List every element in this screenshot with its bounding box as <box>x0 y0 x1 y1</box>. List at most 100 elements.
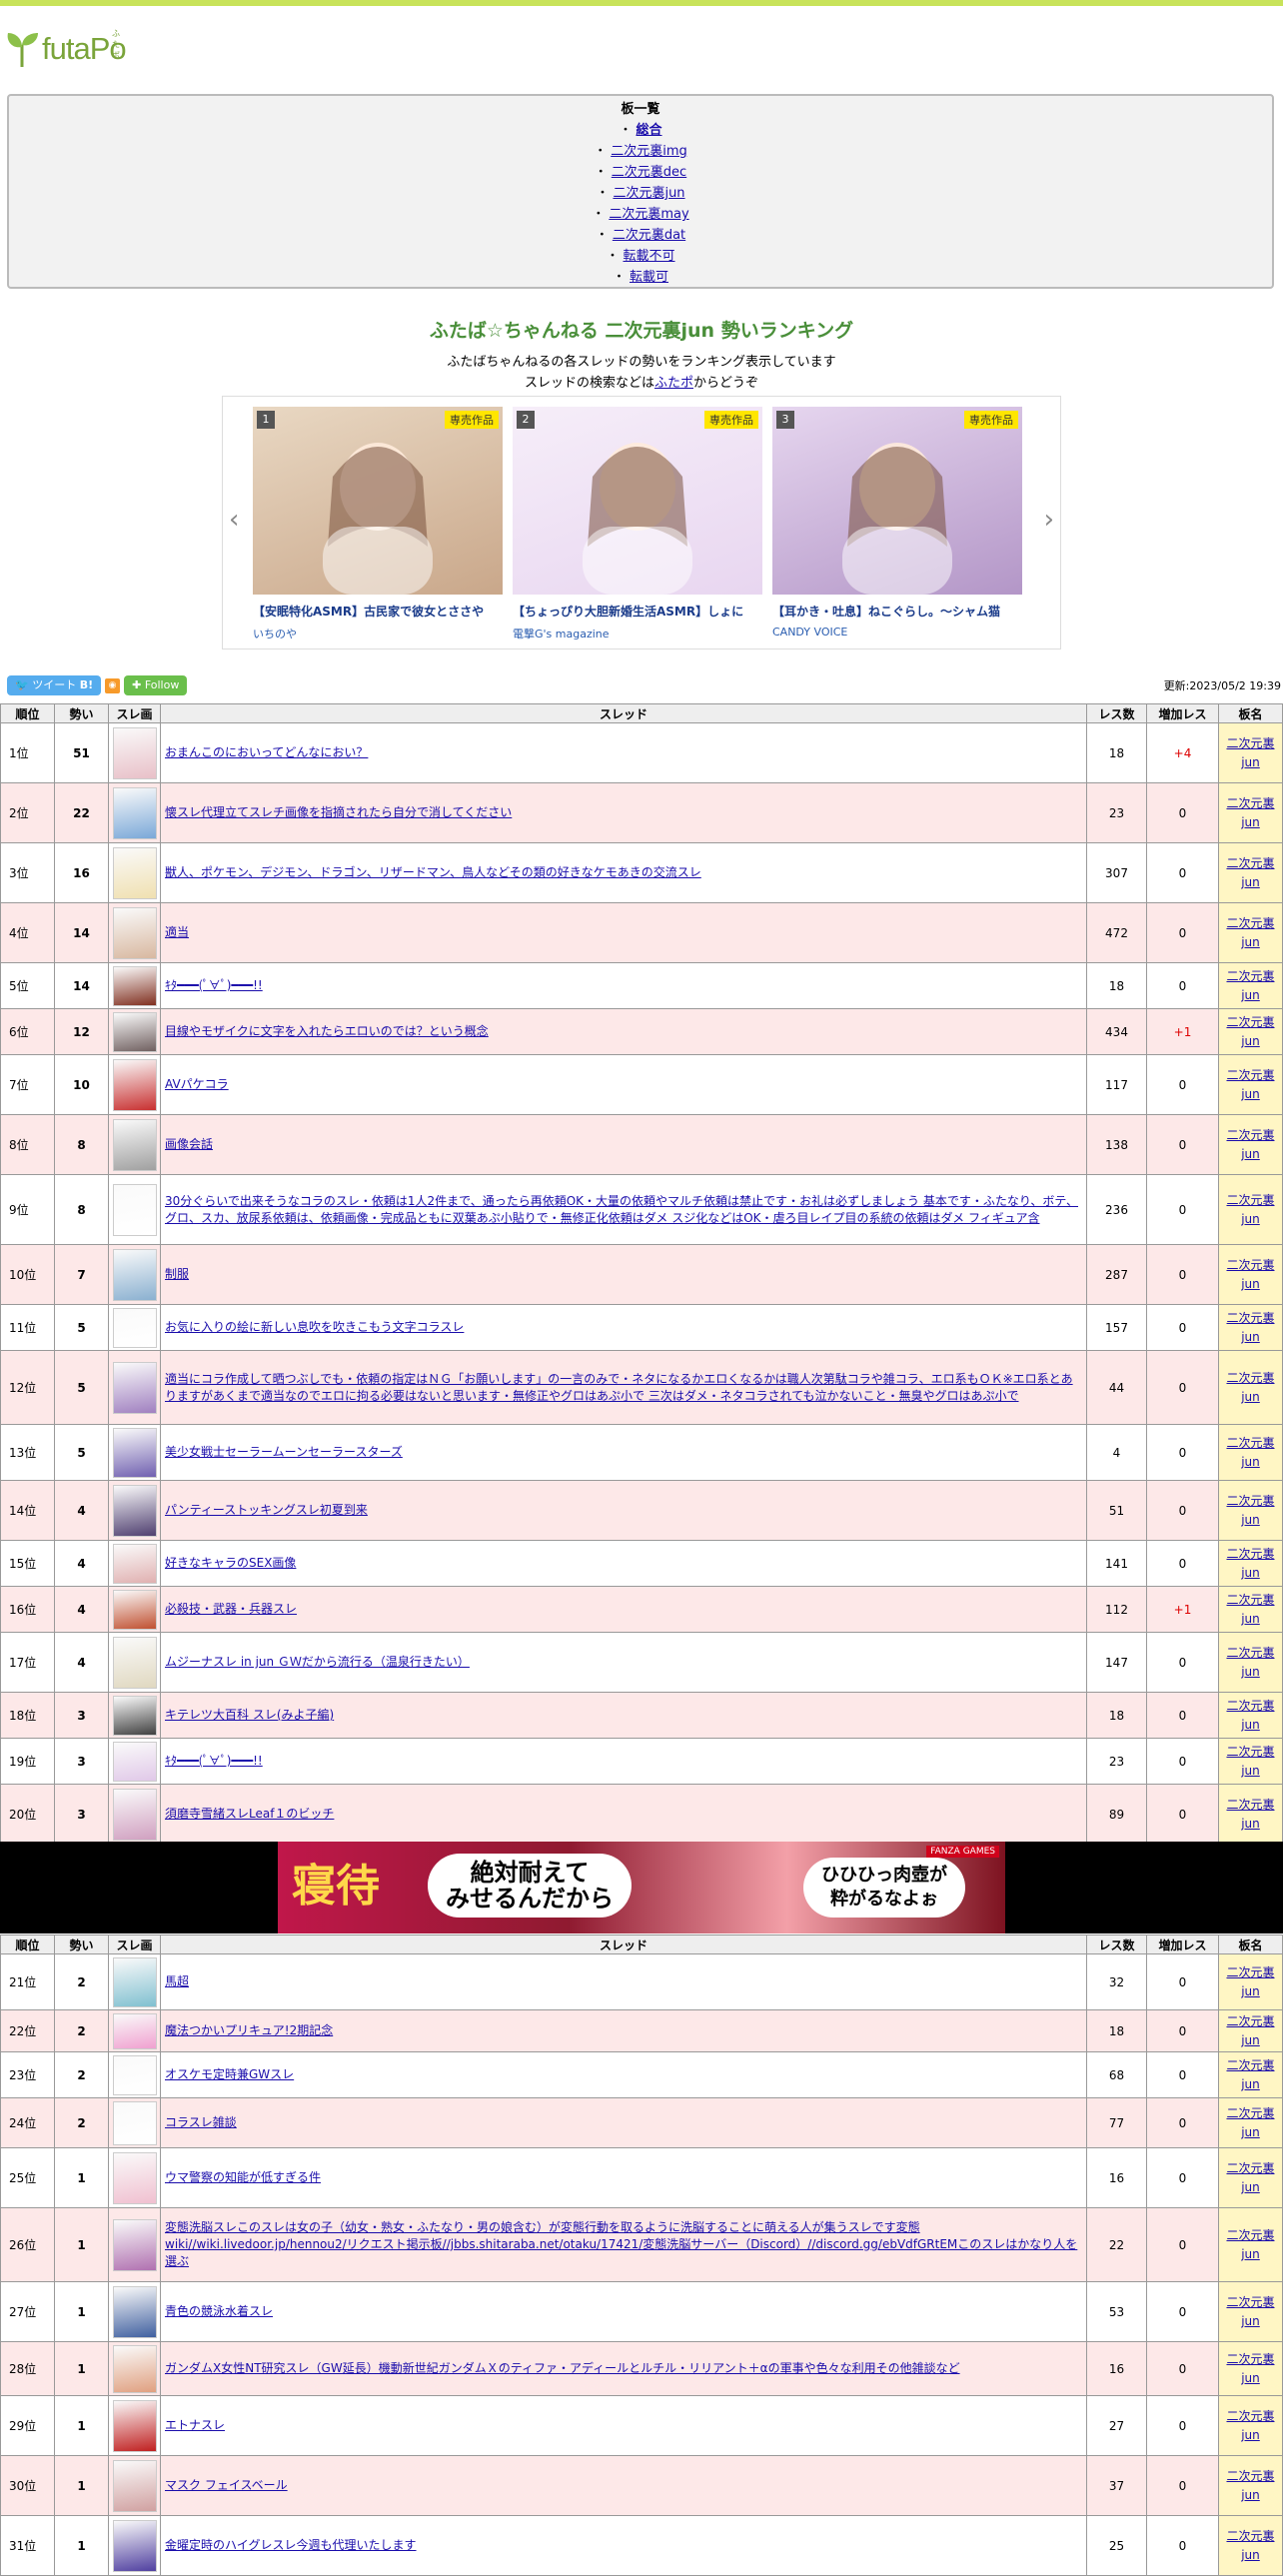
thread-thumbnail[interactable] <box>112 1788 157 1841</box>
board-name-link[interactable]: 二次元裏jun <box>1226 1798 1274 1831</box>
ad-banner[interactable]: 寝待 絶対耐えて みせるんだから ひひひっ肉壺が 粋がるなよぉ FANZA GAME… <box>0 1842 1283 1933</box>
board-item[interactable]: ・転載可 <box>9 267 1272 287</box>
thread-link[interactable]: 必殺技・武器・兵器スレ <box>165 1602 297 1616</box>
thread-thumbnail[interactable] <box>112 2218 157 2271</box>
board-name-link[interactable]: 二次元裏jun <box>1226 2161 1274 2194</box>
board-name-link[interactable]: 二次元裏jun <box>1226 1436 1274 1469</box>
thread-thumbnail[interactable] <box>112 2012 157 2049</box>
board-item[interactable]: ・二次元裏dat <box>9 225 1272 246</box>
thread-thumbnail[interactable] <box>112 2151 157 2204</box>
board-list[interactable]: 板一覧 ・総合・二次元裏img ・二次元裏dec ・二次元裏jun ・二次元裏may ・… <box>7 94 1274 289</box>
thread-thumbnail[interactable] <box>112 1248 157 1301</box>
board-item[interactable]: ・二次元裏jun <box>9 183 1272 204</box>
rss-icon[interactable]: ◉ <box>105 677 121 693</box>
thread-link[interactable]: 画像会話 <box>165 1137 213 1151</box>
carousel-card[interactable]: 1 専売作品【安眠特化ASMR】古民家で彼女とささや いちのや <box>253 407 503 642</box>
carousel-card[interactable]: 3 専売作品【耳かき・吐息】ねこぐらし。〜シャム猫 CANDY VOICE <box>772 407 1022 639</box>
board-link[interactable]: 転載不可 <box>624 249 675 264</box>
board-name-link[interactable]: 二次元裏jun <box>1226 2014 1274 2047</box>
product-image[interactable]: 1 専売作品 <box>253 407 503 595</box>
board-name-link[interactable]: 二次元裏jun <box>1226 736 1274 769</box>
thread-link[interactable]: 青色の競泳水着スレ <box>165 2304 273 2318</box>
thread-link[interactable]: エトナスレ <box>165 2418 225 2432</box>
board-name-link[interactable]: 二次元裏jun <box>1226 1593 1274 1626</box>
card-maker[interactable]: いちのや <box>253 626 503 642</box>
board-name-link[interactable]: 二次元裏jun <box>1226 1258 1274 1291</box>
thread-thumbnail[interactable] <box>112 1589 157 1630</box>
thread-link[interactable]: ウマ警察の知能が低すぎる件 <box>165 2170 321 2184</box>
board-name-link[interactable]: 二次元裏jun <box>1226 2228 1274 2261</box>
thread-link[interactable]: 金曜定時のハイグレスレ今週も代理いたします <box>165 2538 417 2552</box>
board-link[interactable]: 二次元裏jun <box>613 186 684 201</box>
board-name-link[interactable]: 二次元裏jun <box>1226 2058 1274 2091</box>
thread-link[interactable]: ムジーナスレ in jun ＧＷだから流行る（温泉行きたい） <box>165 1655 470 1669</box>
board-item[interactable]: ・ニュー <box>9 288 1272 289</box>
product-image[interactable]: 2 専売作品 <box>513 407 762 595</box>
board-name-link[interactable]: 二次元裏jun <box>1226 1646 1274 1679</box>
board-name-link[interactable]: 二次元裏jun <box>1226 2409 1274 2442</box>
site-logo[interactable]: futaPo ふたポ <box>4 24 127 74</box>
thread-link[interactable]: マスク フェイスベール <box>165 2478 288 2492</box>
board-name-link[interactable]: 二次元裏jun <box>1226 2529 1274 2562</box>
thread-thumbnail[interactable] <box>112 1741 157 1782</box>
card-maker[interactable]: CANDY VOICE <box>772 626 1022 639</box>
thread-thumbnail[interactable] <box>112 1695 157 1736</box>
board-name-link[interactable]: 二次元裏jun <box>1226 1015 1274 1048</box>
board-name-link[interactable]: 二次元裏jun <box>1226 1193 1274 1226</box>
thread-thumbnail[interactable] <box>112 1011 157 1052</box>
card-maker[interactable]: 電撃G's magazine <box>513 626 762 642</box>
thread-link[interactable]: 目線やモザイクに文字を入れたらエロいのでは？という概念 <box>165 1024 489 1038</box>
thread-link[interactable]: 好きなキャラのSEX画像 <box>165 1556 296 1570</box>
thread-link[interactable]: 適当にコラ作成して晒つぶしでも・依頼の指定はＮＧ「お願いします」の一言のみで・ネ… <box>165 1372 1073 1403</box>
thread-thumbnail[interactable] <box>112 1058 157 1111</box>
product-image[interactable]: 3 専売作品 <box>772 407 1022 595</box>
thread-link[interactable]: オスケモ定時兼GWスレ <box>165 2067 294 2081</box>
card-title[interactable]: 【安眠特化ASMR】古民家で彼女とささや <box>253 603 503 620</box>
thread-link[interactable]: おまんこのにおいってどんなにおい？ <box>165 745 368 759</box>
carousel-next-icon[interactable]: › <box>1044 505 1054 535</box>
thread-thumbnail[interactable] <box>112 1118 157 1171</box>
board-name-link[interactable]: 二次元裏jun <box>1226 1745 1274 1778</box>
thread-thumbnail[interactable] <box>112 726 157 779</box>
board-link[interactable]: 二次元裏may <box>609 207 688 222</box>
board-name-link[interactable]: 二次元裏jun <box>1226 1128 1274 1161</box>
board-name-link[interactable]: 二次元裏jun <box>1226 916 1274 949</box>
thread-link[interactable]: 適当 <box>165 925 189 939</box>
thread-link[interactable]: パンティーストッキングスレ初夏到来 <box>165 1503 368 1517</box>
thread-thumbnail[interactable] <box>112 2519 157 2572</box>
thread-link[interactable]: ｷﾀ━━━(ﾟ∀ﾟ)━━━!! <box>165 978 263 992</box>
thread-link[interactable]: 30分ぐらいで出来そうなコラのスレ・依頼は1人2件まで、通ったら再依頼OK・大量… <box>165 1194 1078 1225</box>
thread-thumbnail[interactable] <box>112 1484 157 1537</box>
thread-thumbnail[interactable] <box>112 1427 157 1478</box>
futapo-link[interactable]: ふたポ <box>654 376 693 391</box>
board-name-link[interactable]: 二次元裏jun <box>1226 2469 1274 2502</box>
thread-thumbnail[interactable] <box>112 786 157 839</box>
board-name-link[interactable]: 二次元裏jun <box>1226 796 1274 829</box>
board-name-link[interactable]: 二次元裏jun <box>1226 1371 1274 1404</box>
thread-link[interactable]: コラスレ雑談 <box>165 2115 237 2129</box>
board-name-link[interactable]: 二次元裏jun <box>1226 1311 1274 1344</box>
thread-link[interactable]: ガンダムX女性NT研究スレ（GW延長）機動新世紀ガンダムＸのティファ・アディール… <box>165 2361 960 2375</box>
thread-link[interactable]: 須磨寺雪緒スレLeaf１のビッチ <box>165 1807 334 1821</box>
thread-thumbnail[interactable] <box>112 1956 157 2007</box>
thread-link[interactable]: 魔法つかいプリキュア!2期記念 <box>165 2023 333 2037</box>
thread-thumbnail[interactable] <box>112 2100 157 2145</box>
board-name-link[interactable]: 二次元裏jun <box>1226 2106 1274 2139</box>
follow-button[interactable]: ✚ Follow <box>124 675 188 695</box>
thread-link[interactable]: お気に入りの絵に新しい息吹を吹きこもう文字コラスレ <box>165 1320 464 1334</box>
card-title[interactable]: 【耳かき・吐息】ねこぐらし。〜シャム猫 <box>772 603 1022 620</box>
thread-thumbnail[interactable] <box>112 1307 157 1348</box>
board-item[interactable]: ・総合 <box>9 120 1272 141</box>
board-link[interactable]: 総合 <box>637 123 662 138</box>
thread-link[interactable]: 馬超 <box>165 1974 189 1988</box>
thread-thumbnail[interactable] <box>112 2459 157 2512</box>
thread-thumbnail[interactable] <box>112 1636 157 1689</box>
board-item[interactable]: ・二次元裏dec <box>9 162 1272 183</box>
thread-link[interactable]: 変態洗脳スレこのスレは女の子（幼女・熟女・ふたなり・男の娘含む）が変態行動を取る… <box>165 2220 1077 2268</box>
board-link[interactable]: 二次元裏dec <box>612 165 686 180</box>
carousel-prev-icon[interactable]: ‹ <box>229 505 239 535</box>
board-name-link[interactable]: 二次元裏jun <box>1226 856 1274 889</box>
thread-thumbnail[interactable] <box>112 965 157 1006</box>
thread-thumbnail[interactable] <box>112 1183 157 1236</box>
board-link[interactable]: 二次元裏img <box>611 144 687 159</box>
